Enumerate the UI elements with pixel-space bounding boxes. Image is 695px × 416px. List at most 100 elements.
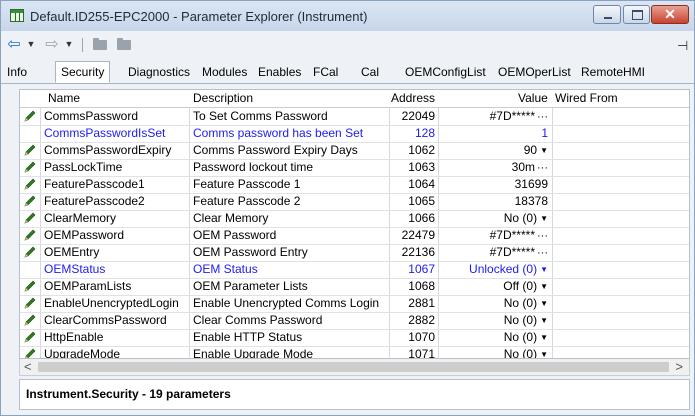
table-row[interactable]: ClearCommsPassword Clear Comms Password 28…	[20, 312, 689, 330]
tab-modules[interactable]: Modules	[202, 65, 247, 79]
tab-fcal[interactable]: FCal	[313, 65, 338, 79]
parameter-description: OEM Parameter Lists	[193, 279, 308, 293]
tab-remotehmi[interactable]: RemoteHMI	[581, 65, 645, 79]
parameter-value-cell[interactable]: No (0) ▼	[440, 313, 548, 327]
table-row[interactable]: OEMEntry OEM Password Entry 22136 #7D***** ·…	[20, 244, 689, 262]
table-row[interactable]: CommsPasswordExpiry Comms Password Expiry…	[20, 142, 689, 160]
parameter-value-cell[interactable]: 90 ▼	[440, 143, 548, 157]
scroll-left-icon[interactable]: <	[24, 359, 32, 374]
pin-icon[interactable]: ⊣	[677, 38, 688, 54]
back-dropdown-icon[interactable]: ▼	[25, 34, 37, 54]
maximize-button[interactable]	[623, 5, 650, 24]
parameter-value-cell[interactable]: No (0) ▼	[440, 296, 548, 310]
column-header-address[interactable]: Address	[391, 91, 435, 105]
title-bar[interactable]: Default.ID255-EPC2000 - Parameter Explor…	[1, 1, 694, 31]
parameter-description: Feature Passcode 1	[193, 177, 301, 191]
dropdown-arrow-icon[interactable]: ▼	[540, 265, 548, 274]
table-row[interactable]: HttpEnable Enable HTTP Status 1070 No (0) ▼	[20, 329, 689, 347]
parameter-value: 31699	[514, 177, 548, 191]
table-row[interactable]: OEMStatus OEM Status 1067 Unlocked (0) ▼	[20, 261, 689, 279]
table-row[interactable]: CommsPassword To Set Comms Password 22049 #…	[20, 108, 689, 126]
minimize-button[interactable]	[593, 5, 621, 24]
parameter-description: Comms password has been Set	[193, 126, 364, 140]
parameter-value: No (0)	[503, 330, 538, 344]
table-row[interactable]: OEMParamLists OEM Parameter Lists 1068 Off …	[20, 278, 689, 296]
scroll-right-icon[interactable]: >	[675, 359, 683, 374]
parameter-value-cell[interactable]: #7D***** ···	[440, 245, 548, 259]
dropdown-arrow-icon[interactable]: ▼	[540, 146, 548, 155]
parameter-value-cell[interactable]: 18378	[440, 194, 548, 208]
parameter-explorer-window: Default.ID255-EPC2000 - Parameter Explor…	[0, 0, 695, 416]
dropdown-arrow-icon[interactable]: ▼	[540, 299, 548, 308]
tab-diagnostics[interactable]: Diagnostics	[128, 65, 190, 79]
table-row[interactable]: PassLockTime Password lockout time 1063 30m…	[20, 159, 689, 177]
parameter-name: EnableUnencryptedLogin	[44, 296, 179, 310]
parameter-value: #7D*****	[489, 109, 535, 123]
tab-cal[interactable]: Cal	[361, 65, 379, 79]
ellipsis-button[interactable]: ···	[537, 230, 548, 242]
table-row[interactable]: OEMPassword OEM Password 22479 #7D***** ···	[20, 227, 689, 245]
parameter-address: 1068	[408, 279, 435, 293]
dropdown-arrow-icon[interactable]: ▼	[540, 316, 548, 325]
tab-oemconfiglist[interactable]: OEMConfigList	[405, 65, 486, 79]
dropdown-arrow-icon[interactable]: ▼	[540, 214, 548, 223]
parameter-description: Clear Comms Password	[193, 313, 323, 327]
column-header-name[interactable]: Name	[48, 91, 80, 105]
folder-icon[interactable]	[117, 38, 131, 50]
parameter-address: 22479	[401, 228, 435, 242]
parameter-value-cell[interactable]: No (0) ▼	[440, 330, 548, 344]
parameter-name: OEMPassword	[44, 228, 125, 242]
table-row[interactable]: UpgradeMode Enable Upgrade Mode 1071 No (0)…	[20, 346, 689, 359]
table-row[interactable]: EnableUnencryptedLogin Enable Unencrypted…	[20, 295, 689, 313]
parameter-value: 30m	[511, 160, 535, 174]
ellipsis-button[interactable]: ···	[537, 247, 548, 259]
parameter-table[interactable]: Name Description Address Value Wired Fro…	[19, 89, 690, 359]
parameter-value-cell[interactable]: No (0) ▼	[440, 211, 548, 225]
dropdown-arrow-icon[interactable]: ▼	[540, 333, 548, 342]
parameter-value-cell[interactable]: #7D***** ···	[440, 109, 548, 123]
tab-security[interactable]: Security	[55, 61, 111, 83]
parameter-name: OEMEntry	[44, 245, 100, 259]
parameter-name: FeaturePasscode1	[44, 177, 145, 191]
column-header-wired-from[interactable]: Wired From	[555, 91, 618, 105]
forward-dropdown-icon[interactable]: ▼	[63, 34, 75, 54]
table-row[interactable]: FeaturePasscode2 Feature Passcode 2 1065 18…	[20, 193, 689, 211]
tab-info[interactable]: Info	[7, 65, 27, 79]
dropdown-arrow-icon[interactable]: ▼	[540, 282, 548, 291]
parameter-address: 1063	[408, 160, 435, 174]
table-row[interactable]: CommsPasswordIsSet Comms password has bee…	[20, 125, 689, 143]
pencil-edit-icon	[24, 297, 36, 309]
back-arrow-icon[interactable]: ⇦	[5, 34, 23, 54]
ellipsis-button[interactable]: ···	[537, 111, 548, 123]
dropdown-arrow-icon[interactable]: ▼	[540, 350, 548, 358]
parameter-value-cell[interactable]: 30m ···	[440, 160, 548, 174]
parameter-value-cell[interactable]: No (0) ▼	[440, 347, 548, 358]
tab-enables[interactable]: Enables	[258, 65, 301, 79]
parameter-address: 1071	[408, 347, 435, 359]
scrollbar-thumb[interactable]	[38, 362, 669, 372]
parameter-name: CommsPasswordExpiry	[44, 143, 172, 157]
ellipsis-button[interactable]: ···	[537, 162, 548, 174]
parameter-value-cell[interactable]: 31699	[440, 177, 548, 191]
pencil-edit-icon	[24, 280, 36, 292]
parameter-value: 1	[541, 126, 548, 140]
parameter-address: 22049	[401, 109, 435, 123]
parameter-value-cell[interactable]: #7D***** ···	[440, 228, 548, 242]
tab-oemoperlist[interactable]: OEMOperList	[498, 65, 571, 79]
parameter-value-cell[interactable]: Off (0) ▼	[440, 279, 548, 293]
table-row[interactable]: ClearMemory Clear Memory 1066 No (0) ▼	[20, 210, 689, 228]
column-header-value[interactable]: Value	[518, 91, 548, 105]
table-row[interactable]: FeaturePasscode1 Feature Passcode 1 1064 31…	[20, 176, 689, 194]
parameter-name: OEMParamLists	[44, 279, 132, 293]
forward-arrow-icon[interactable]: ⇨	[43, 34, 61, 54]
parameter-description: Feature Passcode 2	[193, 194, 301, 208]
close-button[interactable]: ✕	[651, 5, 689, 24]
parameter-address: 1067	[408, 262, 435, 276]
folder-icon[interactable]	[93, 38, 107, 50]
grid-table-icon	[10, 9, 24, 22]
parameter-address: 128	[414, 126, 435, 140]
parameter-value-cell[interactable]: 1	[440, 126, 548, 140]
column-header-description[interactable]: Description	[193, 91, 253, 105]
parameter-value-cell[interactable]: Unlocked (0) ▼	[440, 262, 548, 276]
horizontal-scrollbar[interactable]: < >	[19, 359, 690, 376]
